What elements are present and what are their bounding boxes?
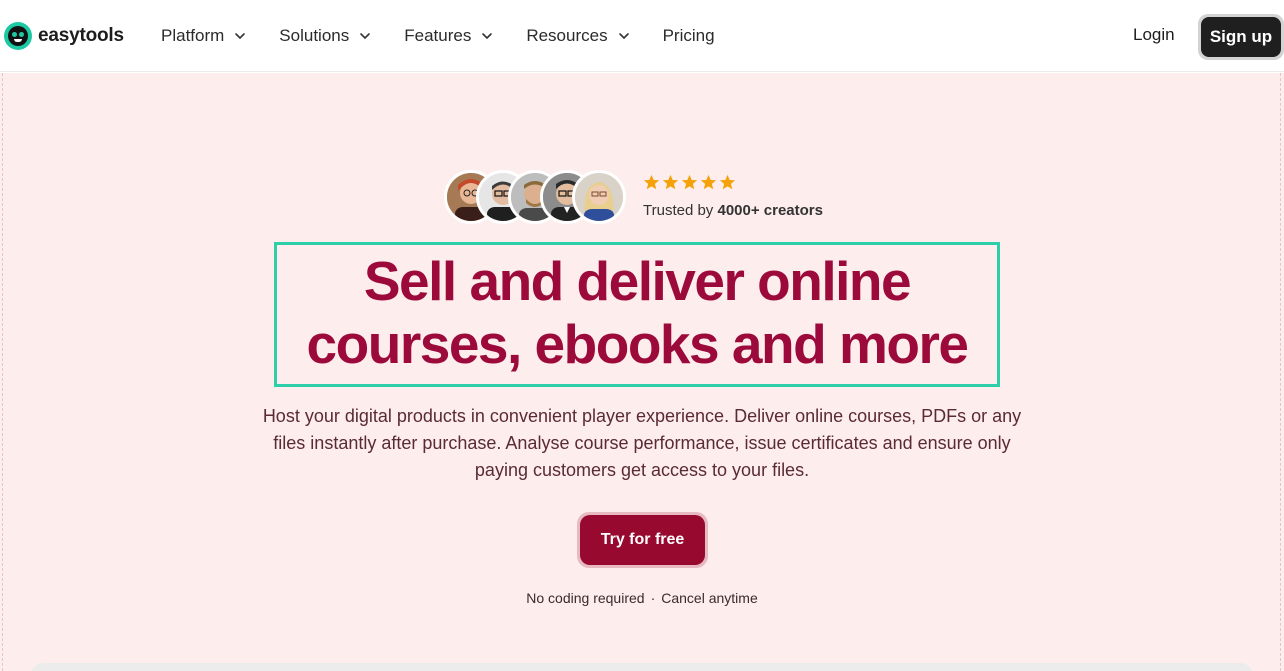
headline-line-1: Sell and deliver online [363,250,912,312]
nav-item-platform[interactable]: Platform [161,24,246,48]
star-icon [643,174,660,190]
chevron-down-icon [618,30,630,42]
star-icon [662,174,679,190]
nav-item-label: Platform [161,26,225,45]
login-link[interactable]: Login [1133,25,1175,45]
nav-item-label: Features [404,26,472,45]
chevron-down-icon [359,30,371,42]
main-menu: Platform Solutions Features Resources Pr… [161,24,748,48]
try-for-free-label: Try for free [580,515,705,565]
nav-item-solutions[interactable]: Solutions [279,24,371,48]
headline-highlight-box: Sell and deliver online courses, ebooks … [274,242,1000,387]
separator-dot: · [650,590,656,606]
star-icon [700,174,717,190]
nav-item-features[interactable]: Features [404,24,493,48]
top-navigation: easytools Platform Solutions Features Re… [0,0,1284,72]
cancel-anytime-note: Cancel anytime [661,590,758,606]
layout-guide-right [1280,73,1281,671]
headline-line-2: courses, ebooks and more [306,313,969,375]
hero-section: Trusted by 4000+ creators Sell and deliv… [0,73,1284,671]
trusted-by-text: Trusted by 4000+ creators [643,202,823,219]
creator-avatars [444,170,628,224]
nav-item-pricing[interactable]: Pricing [663,24,715,48]
layout-guide-left [2,73,3,671]
cta-footnote: No coding required · Cancel anytime [442,590,842,606]
chevron-down-icon [481,30,493,42]
nav-item-label: Resources [526,26,608,45]
no-coding-note: No coding required [526,590,645,606]
preview-card-edge [30,663,1254,671]
star-icon [681,174,698,190]
hero-headline: Sell and deliver online courses, ebooks … [277,250,997,376]
nav-item-label: Pricing [662,26,715,45]
hero-subtitle: Host your digital products in convenient… [262,406,1022,480]
star-icon [719,174,736,190]
avatar [572,170,626,224]
try-for-free-button[interactable]: Try for free [577,512,708,568]
signup-button[interactable]: Sign up [1198,14,1284,60]
trusted-prefix: Trusted by [643,202,718,219]
rating-stars [643,174,736,191]
easytools-logo-icon [4,22,32,50]
trusted-count: 4000+ creators [717,202,823,219]
brand-name: easytools [38,25,124,46]
brand-logo[interactable]: easytools [4,22,124,50]
signup-button-label: Sign up [1201,17,1281,57]
chevron-down-icon [234,30,246,42]
nav-item-label: Solutions [279,26,350,45]
nav-item-resources[interactable]: Resources [526,24,629,48]
